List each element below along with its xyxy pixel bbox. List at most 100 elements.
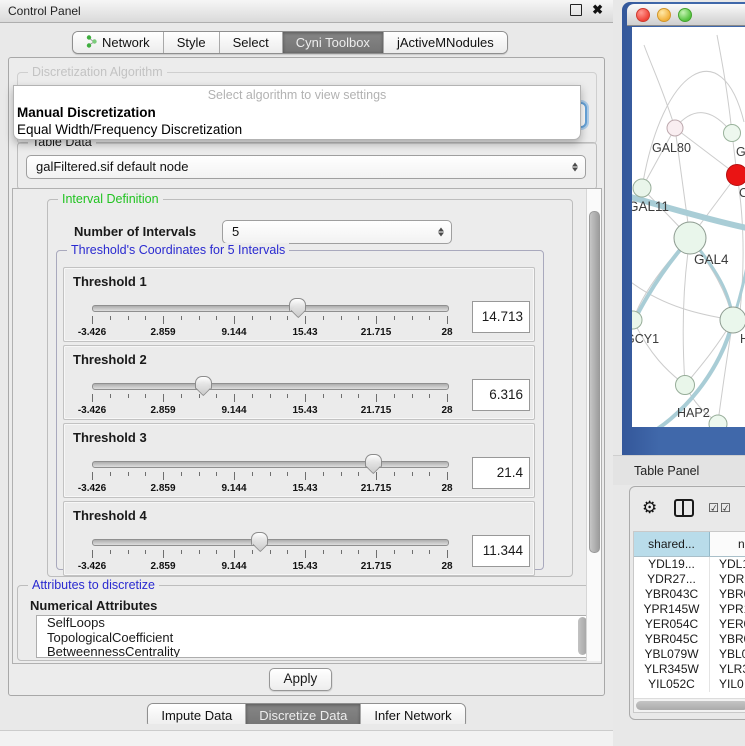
table-row[interactable]: YBR043CYBR0	[634, 587, 745, 602]
tick-label: 2.859	[150, 405, 175, 416]
tick-label: 9.144	[221, 327, 246, 338]
slider-tick-labels: -3.4262.8599.14415.4321.71528	[92, 483, 447, 495]
dropdown-item-manual[interactable]: Manual Discretization	[14, 104, 580, 121]
table-row[interactable]: YDR27...YDR2	[634, 572, 745, 587]
threshold-3-slider[interactable]: -3.4262.8599.14415.4321.71528	[92, 452, 447, 494]
table-data-combobox[interactable]: galFiltered.sif default node	[26, 155, 586, 179]
table-cell: YIL0	[710, 677, 744, 692]
node-bottom[interactable]	[709, 415, 727, 427]
control-panel-titlebar: Control Panel ✖	[0, 0, 613, 23]
float-window-icon[interactable]	[570, 4, 582, 16]
main-scrollbar[interactable]	[586, 189, 601, 661]
tab-style[interactable]: Style	[164, 32, 220, 53]
dropdown-item-equal-width[interactable]: Equal Width/Frequency Discretization	[14, 121, 580, 138]
slider-track[interactable]	[92, 539, 449, 546]
split-columns-icon[interactable]	[674, 499, 694, 517]
minimize-traffic-light-icon[interactable]	[657, 8, 671, 22]
table-row[interactable]: YIL052CYIL0	[634, 677, 745, 692]
table-cell: YER0	[710, 617, 745, 632]
zoom-traffic-light-icon[interactable]	[678, 8, 692, 22]
tick-label: 21.715	[361, 561, 392, 572]
tick-label: 15.43	[292, 561, 317, 572]
tab-select[interactable]: Select	[220, 32, 283, 53]
apply-button[interactable]: Apply	[269, 668, 333, 691]
tick-label: 15.43	[292, 405, 317, 416]
table-cell: YBL079W	[634, 647, 710, 662]
node-label-hap2: HAP2	[677, 406, 710, 420]
cyni-content-panel: Discretization Algorithm Select algorith…	[8, 57, 605, 696]
table-cell: YBR045C	[634, 632, 710, 647]
close-icon[interactable]: ✖	[592, 4, 603, 16]
tab-cyni-toolbox[interactable]: Cyni Toolbox	[283, 32, 384, 53]
threshold-2-slider[interactable]: -3.4262.8599.14415.4321.71528	[92, 374, 447, 416]
table-cell: YPR145W	[634, 602, 710, 617]
node-gal80[interactable]	[667, 120, 683, 136]
slider-thumb[interactable]	[365, 454, 382, 467]
threshold-3-label: Threshold 3	[73, 430, 147, 445]
node-gal4[interactable]	[674, 222, 706, 254]
table-row[interactable]: YBR045CYBR0	[634, 632, 745, 647]
threshold-panel-3: Threshold 3 -3.4262.8599.14415.4321.7152…	[63, 423, 535, 498]
attribute-list-item[interactable]: SelfLoops	[37, 616, 589, 631]
threshold-4-value-field[interactable]: 11.344	[472, 535, 530, 567]
table-row[interactable]: YLR345WYLR3	[634, 662, 745, 677]
tab-infer-network[interactable]: Infer Network	[361, 704, 464, 724]
node-red-selected[interactable]	[727, 165, 745, 186]
slider-track[interactable]	[92, 383, 449, 390]
tick-label: 2.859	[150, 483, 175, 494]
tick-label: 9.144	[221, 405, 246, 416]
tab-network[interactable]: Network	[73, 32, 164, 53]
table-row[interactable]: YDL19...YDL1	[634, 557, 745, 572]
slider-track[interactable]	[92, 305, 449, 312]
node-top-right[interactable]	[724, 125, 741, 142]
slider-thumb[interactable]	[195, 376, 212, 389]
number-of-intervals-combobox[interactable]: 5	[222, 220, 452, 244]
attribute-list-item[interactable]: TopologicalCoefficient	[37, 631, 589, 646]
numerical-attributes-list[interactable]: SelfLoopsTopologicalCoefficientBetweenne…	[36, 615, 590, 658]
scrollbar-thumb[interactable]	[636, 701, 745, 710]
column-header-shared-name[interactable]: shared...	[634, 532, 710, 556]
node-h[interactable]	[720, 307, 745, 333]
tab-impute-data[interactable]: Impute Data	[148, 704, 246, 724]
attribute-list-item[interactable]: BetweennessCentrality	[37, 645, 589, 658]
tick-label: 28	[441, 405, 452, 416]
table-horizontal-scrollbar[interactable]	[634, 698, 745, 713]
network-canvas[interactable]: GAL80 GA C GAL11 GAL4 GCY1 H HAP2	[632, 27, 745, 427]
tab-discretize-data[interactable]: Discretize Data	[246, 704, 361, 724]
threshold-2-value-field[interactable]: 6.316	[472, 379, 530, 411]
slider-thumb[interactable]	[289, 298, 306, 311]
number-of-intervals-label: Number of Intervals	[74, 224, 196, 239]
network-window-titlebar[interactable]	[627, 4, 745, 26]
slider-track[interactable]	[92, 461, 449, 468]
threshold-1-value-field[interactable]: 14.713	[472, 301, 530, 333]
table-row[interactable]: YPR145WYPR1	[634, 602, 745, 617]
attributes-group: Attributes to discretize Numerical Attri…	[17, 585, 595, 661]
column-header-name[interactable]: n	[710, 532, 745, 556]
node-gcy1[interactable]	[632, 311, 642, 329]
table-cell: YBL0	[710, 647, 745, 662]
node-gal11[interactable]	[633, 179, 651, 197]
table-cell: YDL19...	[634, 557, 710, 572]
checkbox-columns-icon[interactable]: ☑☑	[708, 501, 732, 515]
tab-jactivemnodules[interactable]: jActiveMNodules	[384, 32, 507, 53]
slider-thumb[interactable]	[251, 532, 268, 545]
node-hap2[interactable]	[676, 376, 695, 395]
scrollbar-thumb[interactable]	[589, 211, 600, 553]
threshold-4-slider[interactable]: -3.4262.8599.14415.4321.71528	[92, 530, 447, 572]
threshold-1-slider[interactable]: -3.4262.8599.14415.4321.71528	[92, 296, 447, 338]
tick-label: -3.426	[78, 483, 106, 494]
slider-tick-labels: -3.4262.8599.14415.4321.71528	[92, 327, 447, 339]
slider-ticks	[92, 550, 447, 559]
bottom-tab-bar: Impute Data Discretize Data Infer Networ…	[0, 703, 613, 724]
table-data-group: Table Data galFiltered.sif default node	[17, 142, 597, 190]
group-title-algorithm: Discretization Algorithm	[28, 65, 167, 79]
slider-tick-labels: -3.4262.8599.14415.4321.71528	[92, 561, 447, 573]
table-cell: YBR043C	[634, 587, 710, 602]
threshold-3-value-field[interactable]: 21.4	[472, 457, 530, 489]
top-tab-bar: Network Style Select Cyni Toolbox jActiv…	[72, 31, 508, 54]
table-row[interactable]: YER054CYER0	[634, 617, 745, 632]
table-row[interactable]: YBL079WYBL0	[634, 647, 745, 662]
gear-icon[interactable]: ⚙	[642, 498, 657, 518]
close-traffic-light-icon[interactable]	[636, 8, 650, 22]
tick-label: 21.715	[361, 327, 392, 338]
